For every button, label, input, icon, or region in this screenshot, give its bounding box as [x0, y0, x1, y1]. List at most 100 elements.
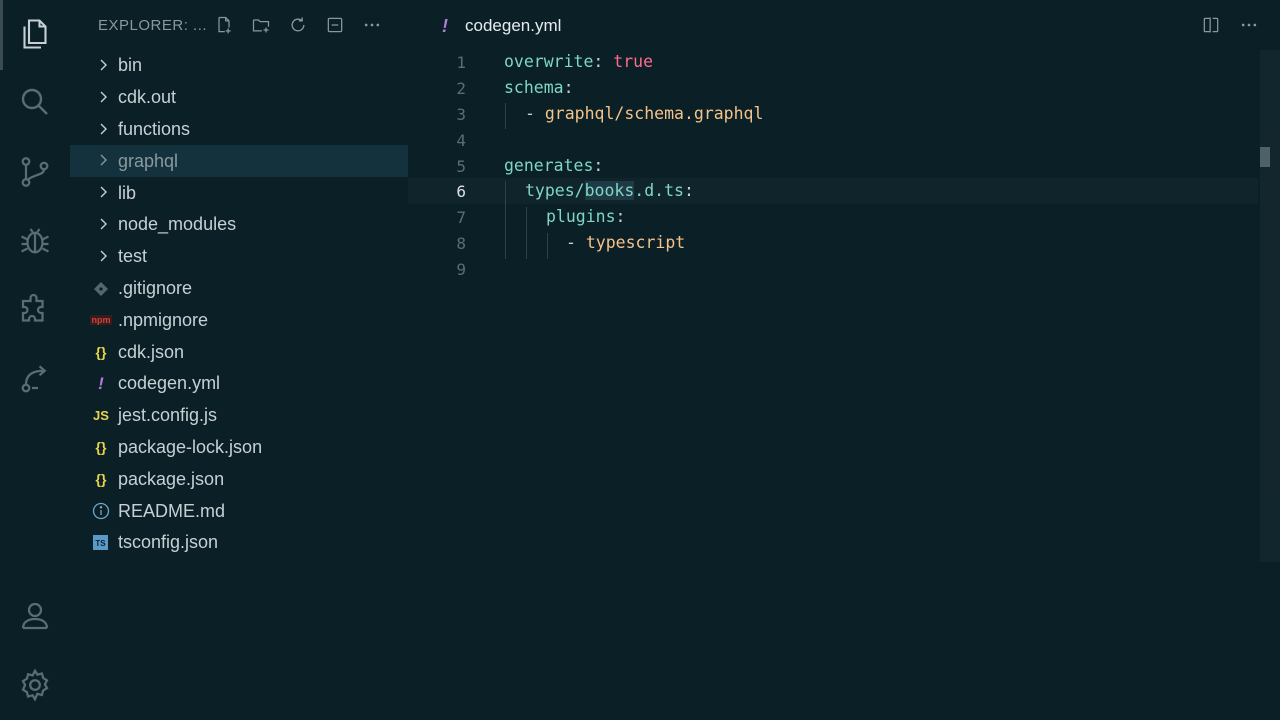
yaml-string: graphql/schema.graphql	[544, 103, 764, 123]
chevron-right-icon	[100, 59, 107, 71]
split-editor-icon[interactable]	[1200, 14, 1222, 36]
code-line[interactable]: 4	[408, 127, 1258, 153]
yml-file-icon: !	[98, 373, 104, 393]
tree-item-label: .gitignore	[118, 277, 193, 298]
tree-file-npmignore[interactable]: npm .npmignore	[70, 304, 408, 336]
activity-bar	[0, 0, 70, 720]
indent-guide	[526, 207, 527, 259]
tree-file-readme[interactable]: README.md	[70, 495, 408, 527]
new-file-icon[interactable]	[212, 13, 236, 37]
tree-item-label: node_modules	[118, 214, 237, 235]
yaml-key: types/	[525, 181, 585, 201]
active-indicator	[0, 0, 3, 70]
explorer-sidebar: EXPLORER: ... bin cdk.out functions grap…	[70, 0, 408, 720]
tree-item-label: cdk.json	[118, 341, 185, 362]
source-control-icon[interactable]	[15, 152, 55, 192]
tree-folder-functions[interactable]: functions	[70, 114, 408, 146]
account-icon[interactable]	[15, 596, 55, 636]
tree-item-label: package.json	[118, 468, 225, 489]
indent-guide	[547, 233, 548, 259]
yaml-string: typescript	[585, 233, 686, 253]
line-number: 6	[456, 182, 466, 202]
ts-file-icon: TS	[93, 535, 108, 551]
vertical-scrollbar[interactable]	[1260, 50, 1280, 562]
code-line[interactable]: 3 - graphql/schema.graphql	[408, 101, 1258, 127]
chevron-right-icon	[100, 154, 107, 166]
line-number: 8	[456, 234, 466, 254]
npm-file-icon: npm	[90, 315, 112, 326]
yaml-key: overwrite	[504, 52, 594, 71]
code-line[interactable]: 8 - typescript	[408, 230, 1258, 256]
code-line[interactable]: 1 overwrite: true	[408, 49, 1258, 75]
tree-folder-lib[interactable]: lib	[70, 177, 408, 209]
tree-folder-node-modules[interactable]: node_modules	[70, 209, 408, 241]
line-number: 5	[456, 156, 466, 176]
file-tree: bin cdk.out functions graphql lib node_m…	[70, 50, 408, 559]
tree-folder-graphql[interactable]: graphql	[70, 145, 408, 178]
tree-folder-test[interactable]: test	[70, 241, 408, 273]
more-actions-icon[interactable]	[1238, 14, 1260, 36]
tree-item-label: .npmignore	[118, 309, 209, 330]
code-editor[interactable]: 1 overwrite: true 2 schema: 3 - graphql/…	[408, 49, 1258, 282]
new-folder-icon[interactable]	[249, 13, 273, 37]
yaml-dash: -	[525, 103, 545, 123]
tree-item-label: tsconfig.json	[118, 532, 219, 553]
remote-explorer-icon[interactable]	[15, 359, 55, 399]
tree-file-gitignore[interactable]: .gitignore	[70, 273, 408, 305]
refresh-icon[interactable]	[286, 13, 310, 37]
line-number: 3	[456, 104, 466, 124]
yaml-key: schema	[504, 77, 564, 97]
line-number: 1	[456, 53, 466, 72]
code-line[interactable]: 5 generates:	[408, 153, 1258, 179]
more-actions-icon[interactable]	[360, 13, 384, 37]
tree-file-codegen-yml[interactable]: ! codegen.yml	[70, 368, 408, 400]
yaml-colon: :	[593, 52, 614, 71]
yaml-key: .d.ts	[634, 181, 684, 201]
tree-item-label: functions	[118, 118, 191, 139]
yaml-colon: :	[615, 207, 626, 227]
settings-gear-icon[interactable]	[15, 665, 55, 705]
tree-item-label: graphql	[118, 150, 179, 171]
line-number: 4	[456, 130, 466, 150]
extensions-icon[interactable]	[15, 290, 55, 330]
tree-file-package-json[interactable]: {} package.json	[70, 463, 408, 495]
tree-item-label: package-lock.json	[118, 436, 263, 457]
debug-icon[interactable]	[15, 221, 55, 261]
tree-file-tsconfig[interactable]: TS tsconfig.json	[70, 527, 408, 559]
tree-item-label: lib	[118, 182, 137, 203]
chevron-right-icon	[100, 250, 107, 262]
yaml-dash: -	[566, 233, 586, 253]
code-line[interactable]: 9	[408, 256, 1258, 282]
line-number: 2	[456, 78, 466, 98]
search-icon[interactable]	[15, 82, 55, 122]
scrollbar-thumb[interactable]	[1260, 147, 1270, 167]
tab-label: codegen.yml	[465, 16, 562, 35]
explorer-title: EXPLORER: ...	[98, 17, 208, 34]
json-file-icon: {}	[95, 471, 107, 488]
yaml-colon: :	[683, 181, 694, 201]
explorer-icon[interactable]	[15, 14, 55, 54]
selected-word: books	[584, 181, 635, 201]
code-line-current[interactable]: 6 types/books.d.ts:	[408, 178, 1258, 204]
tree-folder-cdk-out[interactable]: cdk.out	[70, 82, 408, 114]
chevron-right-icon	[100, 91, 107, 103]
indent-guide	[505, 181, 506, 259]
code-line[interactable]: 2 schema:	[408, 75, 1258, 101]
tree-file-jest-config[interactable]: JS jest.config.js	[70, 400, 408, 432]
yaml-key: generates	[504, 155, 594, 175]
editor-tab-codegen[interactable]: ! codegen.yml	[442, 14, 561, 38]
line-number: 7	[456, 208, 466, 228]
tree-item-label: jest.config.js	[118, 405, 218, 426]
explorer-header: EXPLORER: ...	[70, 0, 408, 50]
tree-folder-bin[interactable]: bin	[70, 50, 408, 82]
tree-item-label: README.md	[118, 500, 226, 521]
collapse-folders-icon[interactable]	[323, 13, 347, 37]
indent-guide	[505, 103, 506, 129]
yaml-colon: :	[563, 77, 574, 97]
yaml-colon: :	[593, 155, 604, 175]
code-line[interactable]: 7 plugins:	[408, 204, 1258, 230]
tree-file-cdk-json[interactable]: {} cdk.json	[70, 336, 408, 368]
tree-file-package-lock[interactable]: {} package-lock.json	[70, 432, 408, 464]
yml-file-icon: !	[442, 15, 448, 36]
git-file-icon	[94, 281, 108, 296]
